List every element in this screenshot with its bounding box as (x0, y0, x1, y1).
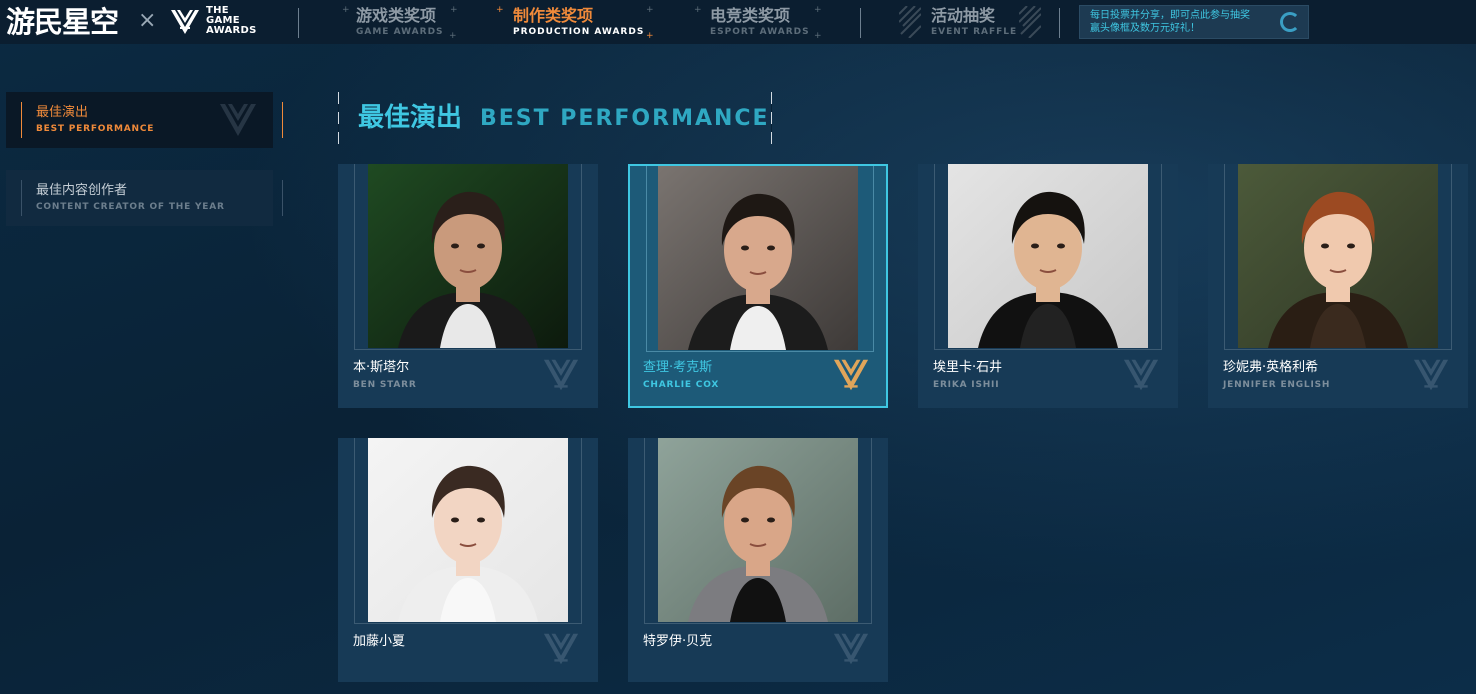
nav-sparkle: + (814, 31, 822, 41)
spinner-icon (1280, 12, 1300, 32)
section-title-en: BEST PERFORMANCE (480, 106, 770, 131)
tga-watermark-icon (220, 104, 256, 136)
nominee-photo (1238, 164, 1438, 348)
top-nav-bar: 游民星空 × THE GAME AWARDS 游戏类奖项 GAME AWARDS… (0, 0, 1476, 44)
nominee-card-ben-starr[interactable]: 本·斯塔尔 BEN STARR (338, 164, 598, 408)
nav-sparkle: + (449, 31, 457, 41)
tga-vote-icon (1123, 359, 1159, 391)
nominee-photo (368, 438, 568, 622)
nominee-name-cn: 埃里卡·石井 (933, 360, 1003, 375)
nav-sparkle: + (694, 5, 702, 15)
nominee-name-en: ERIKA ISHII (933, 380, 1000, 390)
tga-vote-icon (1413, 359, 1449, 391)
nav-sparkle: + (646, 31, 654, 41)
nominee-card-jennifer-english[interactable]: 珍妮弗·英格利希 JENNIFER ENGLISH (1208, 164, 1468, 408)
nominee-name-en: JENNIFER ENGLISH (1223, 380, 1331, 390)
promo-line: 赢头像框及数万元好礼！ (1090, 23, 1200, 34)
nav-sparkle: + (814, 5, 822, 15)
nominee-card-erika-ishii[interactable]: 埃里卡·石井 ERIKA ISHII (918, 164, 1178, 408)
sidebar-item-label: 最佳内容创作者 (36, 183, 128, 198)
tga-vote-icon (543, 633, 579, 665)
stripes-icon (899, 6, 921, 38)
nominee-card-charlie-cox[interactable]: 查理·考克斯 CHARLIE COX (628, 164, 888, 408)
section-title: 最佳演出 BEST PERFORMANCE (338, 92, 772, 144)
gamersky-logo[interactable]: 游民星空 (6, 4, 119, 40)
nominee-name-cn: 本·斯塔尔 (353, 360, 410, 375)
nominee-photo (658, 166, 858, 350)
promo-line: 每日投票并分享，即可点此参与抽奖 (1090, 10, 1250, 21)
nav-tab-event-raffle[interactable]: 活动抽奖 EVENT RAFFLE (931, 6, 1017, 40)
nav-divider (860, 8, 861, 38)
nominee-card-troy-baker[interactable]: 特罗伊·贝克 (628, 438, 888, 682)
tga-trophy-icon (171, 10, 199, 34)
tga-vote-icon (543, 359, 579, 391)
section-title-cn: 最佳演出 (358, 103, 463, 133)
nominee-photo (948, 164, 1148, 348)
nominee-name-cn: 查理·考克斯 (643, 360, 713, 375)
nav-tab-game-awards[interactable]: 游戏类奖项 GAME AWARDS (356, 6, 444, 40)
nominee-name-cn: 珍妮弗·英格利希 (1223, 360, 1319, 375)
nominee-photo (368, 164, 568, 348)
tga-vote-icon (833, 633, 869, 665)
collab-times-sign: × (138, 8, 157, 33)
title-bracket (338, 92, 339, 144)
sidebar-item-sublabel: CONTENT CREATOR OF THE YEAR (36, 202, 225, 212)
nominee-name-en: CHARLIE COX (643, 380, 720, 390)
nav-sparkle: + (342, 5, 350, 15)
raffle-promo-banner[interactable]: 每日投票并分享，即可点此参与抽奖 赢头像框及数万元好礼！ (1079, 5, 1309, 39)
stripes-icon (1019, 6, 1041, 38)
tga-wordmark[interactable]: THE GAME AWARDS (206, 6, 266, 36)
nominee-name-en: BEN STARR (353, 380, 417, 390)
sidebar-item-best-performance[interactable]: 最佳演出 BEST PERFORMANCE (6, 92, 283, 148)
sidebar-item-label: 最佳演出 (36, 105, 89, 120)
nav-divider (298, 8, 299, 38)
nav-divider (1059, 8, 1060, 38)
nominee-name-cn: 加藤小夏 (353, 634, 406, 649)
nominee-name-cn: 特罗伊·贝克 (643, 634, 713, 649)
nav-tab-esport-awards[interactable]: 电竞类奖项 ESPORT AWARDS (710, 6, 810, 40)
nav-sparkle: + (496, 5, 504, 15)
nav-tab-production-awards[interactable]: 制作类奖项 PRODUCTION AWARDS (513, 6, 644, 40)
sidebar-item-content-creator[interactable]: 最佳内容创作者 CONTENT CREATOR OF THE YEAR (6, 170, 283, 226)
tga-vote-icon[interactable] (832, 356, 870, 394)
title-bracket (771, 92, 772, 144)
nominee-card-kato-konatsu[interactable]: 加藤小夏 (338, 438, 598, 682)
nav-sparkle: + (450, 5, 458, 15)
nav-sparkle: + (646, 5, 654, 15)
nominee-photo (658, 438, 858, 622)
sidebar-item-sublabel: BEST PERFORMANCE (36, 124, 155, 134)
